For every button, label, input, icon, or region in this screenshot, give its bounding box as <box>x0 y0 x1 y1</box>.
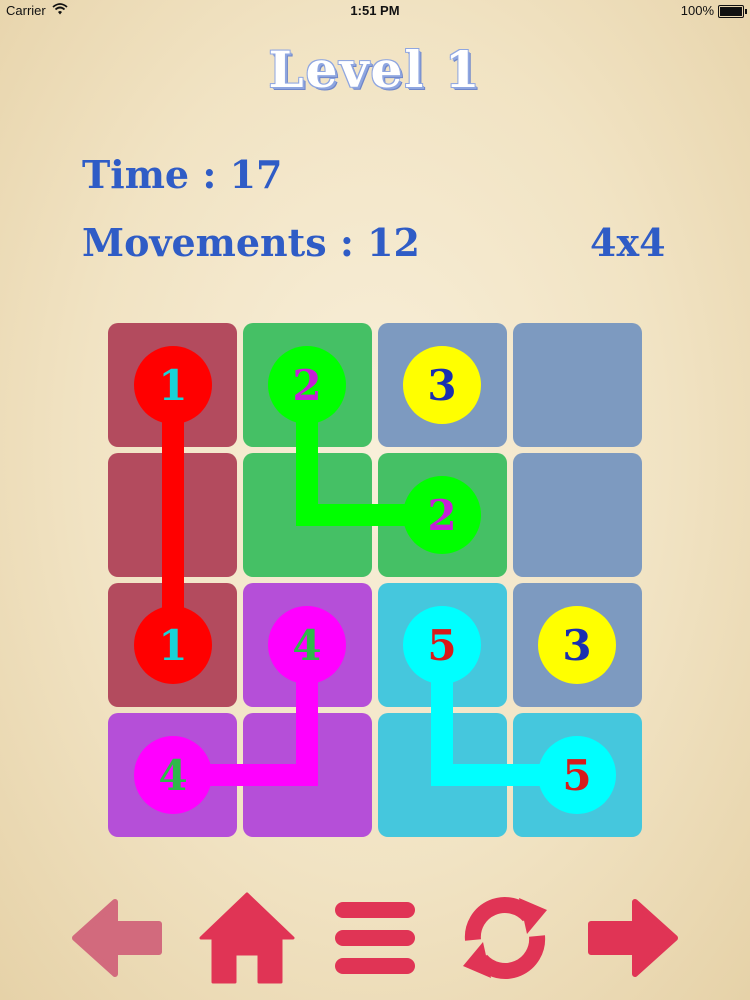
board-cell[interactable] <box>108 453 237 577</box>
movements-counter: Movements : 12 <box>82 220 420 265</box>
board-cell[interactable] <box>513 323 642 447</box>
board-cell[interactable] <box>513 453 642 577</box>
board-cell[interactable] <box>243 713 372 837</box>
dot-1-start[interactable]: 1 <box>134 346 212 424</box>
level-title: Level 1 <box>268 40 482 99</box>
dot-4-end[interactable]: 4 <box>134 736 212 814</box>
battery-percent: 100% <box>680 3 714 18</box>
dot-2-end[interactable]: 2 <box>403 476 481 554</box>
restart-button[interactable] <box>450 888 560 988</box>
back-button[interactable] <box>62 888 172 988</box>
status-bar: Carrier 1:51 PM 100% <box>0 0 750 22</box>
dot-3-end[interactable]: 3 <box>538 606 616 684</box>
arrow-right-icon <box>588 899 678 977</box>
next-button[interactable] <box>578 888 688 988</box>
status-time: 1:51 PM <box>350 3 400 18</box>
refresh-icon <box>463 897 547 979</box>
dot-2-start[interactable]: 2 <box>268 346 346 424</box>
time-counter: Time : 17 <box>82 152 283 197</box>
dot-3-start[interactable]: 3 <box>403 346 481 424</box>
board-cell[interactable] <box>378 713 507 837</box>
arrow-left-icon <box>72 899 162 977</box>
battery-icon <box>718 5 747 18</box>
home-icon <box>199 892 295 984</box>
home-button[interactable] <box>192 888 302 988</box>
menu-button[interactable] <box>320 888 430 988</box>
dot-4-start[interactable]: 4 <box>268 606 346 684</box>
dot-5-start[interactable]: 5 <box>403 606 481 684</box>
dot-1-end[interactable]: 1 <box>134 606 212 684</box>
grid-size-label: 4x4 <box>590 220 666 265</box>
board-cell[interactable] <box>243 453 372 577</box>
menu-icon <box>335 902 415 974</box>
dot-5-end[interactable]: 5 <box>538 736 616 814</box>
